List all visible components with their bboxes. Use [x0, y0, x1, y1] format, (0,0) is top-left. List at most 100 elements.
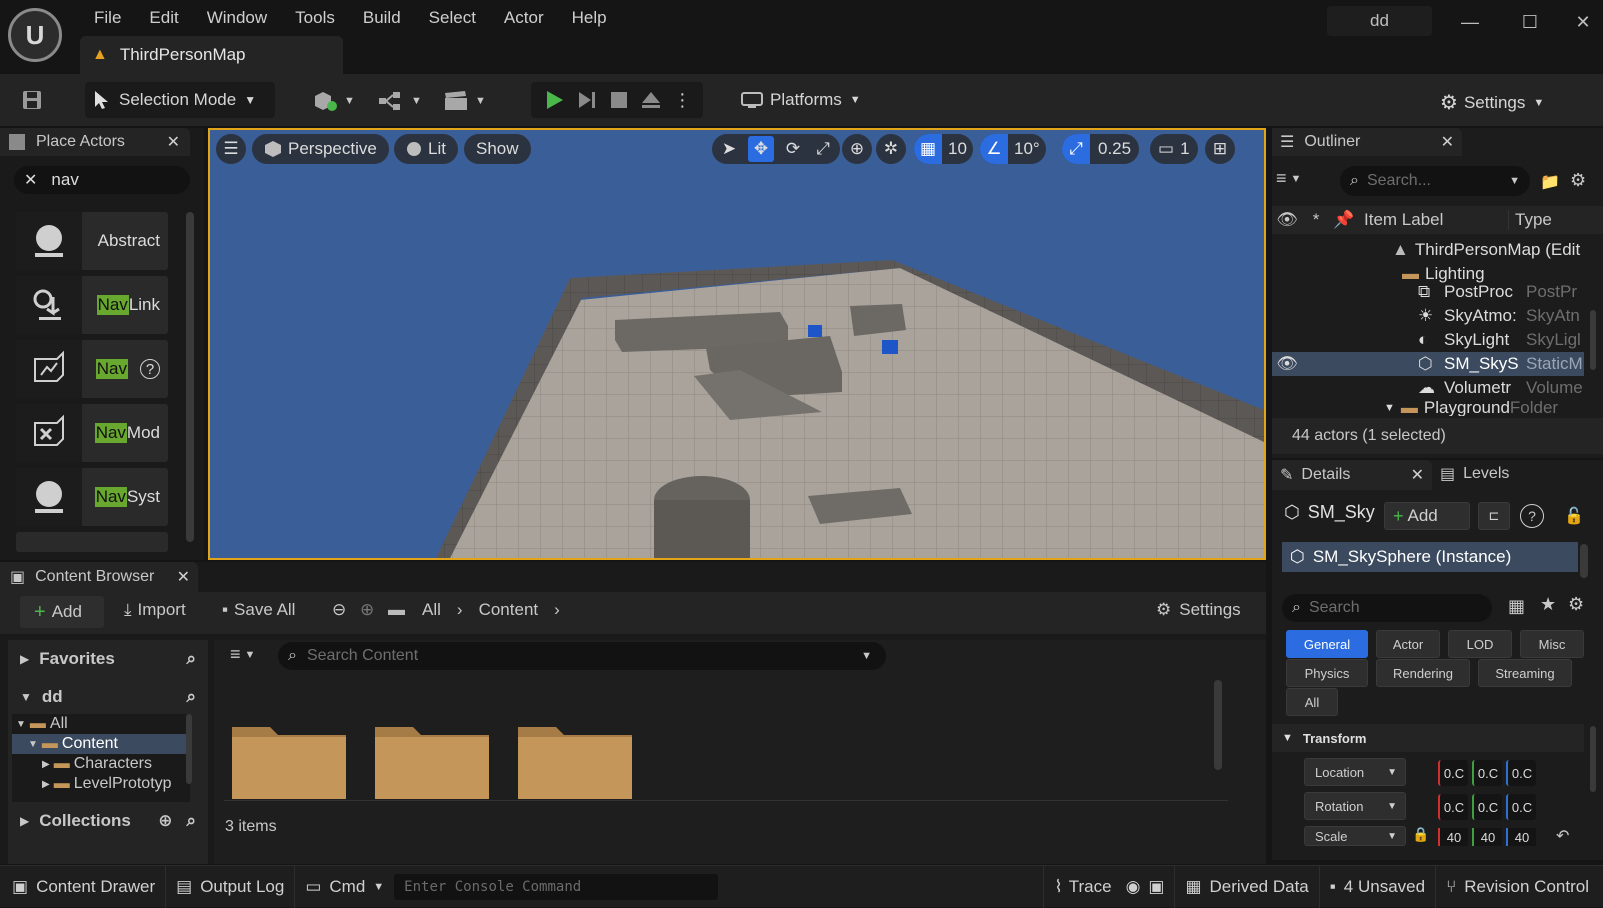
level-tab[interactable]: ▲ ThirdPersonMap	[80, 36, 343, 74]
menu-window[interactable]: Window	[197, 8, 277, 28]
scrollbar[interactable]	[186, 212, 194, 542]
add-collection-icon[interactable]: ⊕	[158, 811, 172, 831]
blueprint-button[interactable]: ▼	[377, 90, 422, 112]
tree-item-levelprototyping[interactable]: ▶ ▬ LevelPrototyp	[12, 774, 190, 794]
scrollbar[interactable]	[1590, 726, 1596, 792]
back-icon[interactable]: ⊖	[332, 600, 346, 620]
reset-icon[interactable]: ↶	[1556, 826, 1569, 846]
filter-streaming[interactable]: Streaming	[1478, 659, 1572, 687]
eject-icon[interactable]	[640, 89, 662, 111]
actor-item-nav[interactable]: Nav?	[16, 340, 168, 398]
maximize-icon[interactable]: ☐	[1515, 10, 1545, 34]
gear-icon[interactable]: ⚙	[1570, 170, 1586, 191]
scale-tool-icon[interactable]: ⤢	[812, 139, 834, 159]
gear-icon[interactable]: ⚙	[1568, 594, 1584, 615]
location-y[interactable]: 0.C	[1472, 760, 1502, 786]
output-log-button[interactable]: ▤ Output Log	[165, 865, 294, 908]
lock-icon[interactable]: 🔓	[1562, 504, 1586, 528]
lock-icon[interactable]: 🔒	[1412, 826, 1429, 843]
save-icon[interactable]	[18, 86, 46, 114]
folder-playground[interactable]: ▼ ▬ Playground Folder	[1384, 400, 1603, 416]
content-drawer-button[interactable]: ▣ Content Drawer	[0, 866, 165, 908]
filter-misc[interactable]: Misc	[1520, 630, 1584, 658]
outliner-tab[interactable]: ☰ Outliner ✕	[1272, 128, 1462, 156]
clear-search-icon[interactable]: ✕	[24, 170, 37, 190]
scale-z[interactable]: 40	[1506, 828, 1536, 846]
scrollbar[interactable]	[186, 714, 192, 784]
help-icon[interactable]: ?	[140, 359, 160, 379]
tree-item-characters[interactable]: ▶ ▬ Characters	[12, 754, 190, 774]
save-all-button[interactable]: ▪ Save All	[222, 600, 295, 620]
visibility-icon[interactable]: 👁	[1272, 354, 1302, 374]
close-icon[interactable]: ✕	[1568, 10, 1598, 34]
show-button[interactable]: Show	[464, 134, 531, 164]
platforms-dropdown[interactable]: Platforms ▼	[740, 90, 861, 110]
rotation-snap-button[interactable]: ∠ 10°	[980, 134, 1046, 164]
search-icon[interactable]: ⌕	[186, 687, 196, 707]
move-tool-icon[interactable]: ✥	[748, 136, 774, 162]
help-icon[interactable]: ?	[1520, 504, 1544, 528]
scrollbar[interactable]	[1214, 680, 1222, 770]
menu-build[interactable]: Build	[353, 8, 411, 28]
surface-snap-icon[interactable]: ✲	[876, 134, 906, 164]
scrollbar[interactable]	[1590, 310, 1596, 370]
type-column[interactable]: Type	[1508, 210, 1552, 230]
camera-speed-button[interactable]: ▭ 1	[1150, 134, 1198, 164]
search-icon[interactable]: ⌕	[186, 649, 196, 669]
content-browser-tab[interactable]: ▣ Content Browser ✕	[0, 562, 198, 592]
chevron-right-icon[interactable]: ›	[554, 600, 560, 620]
selection-mode-dropdown[interactable]: Selection Mode ▼	[85, 82, 275, 118]
filter-actor[interactable]: Actor	[1376, 630, 1440, 658]
location-dropdown[interactable]: Location ▼	[1304, 758, 1406, 786]
actor-item-nav-mod[interactable]: Nav Mod	[16, 404, 168, 462]
asset-filter-button[interactable]: ≡ ▼	[230, 644, 255, 665]
console-input[interactable]: Enter Console Command	[394, 873, 719, 900]
snapshot-icon[interactable]: ▣	[1148, 877, 1164, 897]
scale-dropdown[interactable]: Scale ▼	[1304, 826, 1406, 846]
outliner-filter-button[interactable]: ≡ ▼	[1276, 168, 1301, 189]
settings-dropdown[interactable]: ⚙ Settings ▼	[1440, 90, 1544, 115]
record-icon[interactable]: ◉	[1126, 877, 1141, 897]
rotation-z[interactable]: 0.C	[1506, 794, 1536, 820]
filter-all[interactable]: All	[1286, 688, 1338, 716]
details-tab[interactable]: ✎ Details ✕	[1272, 460, 1432, 490]
actor-item-nav-syst[interactable]: Nav Syst	[16, 468, 168, 526]
filter-lod[interactable]: LOD	[1448, 630, 1512, 658]
close-icon[interactable]: ✕	[1441, 132, 1454, 152]
menu-help[interactable]: Help	[562, 8, 617, 28]
perspective-button[interactable]: Perspective	[252, 134, 389, 164]
levels-tab[interactable]: ▤ Levels	[1440, 464, 1509, 484]
details-search-input[interactable]: ⌕ Search	[1282, 594, 1492, 622]
folder-thumbnail[interactable]	[373, 719, 491, 801]
rotation-y[interactable]: 0.C	[1472, 794, 1502, 820]
outliner-row[interactable]: ☁ Volumetr Volume	[1418, 376, 1603, 400]
cinematics-button[interactable]: ▼	[443, 90, 486, 112]
folder-thumbnail[interactable]	[230, 719, 348, 801]
layout-icon[interactable]: ⊞	[1205, 134, 1235, 164]
stop-icon[interactable]	[609, 90, 629, 110]
import-button[interactable]: ⤓ Import	[124, 600, 186, 620]
transform-section-header[interactable]: ▼ Transform	[1272, 724, 1584, 752]
scale-x[interactable]: 40	[1438, 828, 1468, 846]
add-actor-button[interactable]: ▼	[312, 90, 355, 112]
favorites-header[interactable]: ▶ Favorites ⌕	[20, 644, 196, 674]
level-viewport[interactable]: ☰ Perspective Lit Show ➤ ✥ ⟳ ⤢ ⊕ ✲ ▦ 10 …	[208, 128, 1266, 560]
close-icon[interactable]: ✕	[167, 132, 180, 152]
folder-thumbnail[interactable]	[516, 719, 634, 801]
minimize-icon[interactable]: —	[1455, 10, 1485, 34]
menu-edit[interactable]: Edit	[139, 8, 188, 28]
outliner-row[interactable]: ⧉ PostProc PostPr	[1418, 280, 1603, 304]
step-icon[interactable]	[576, 89, 598, 111]
add-folder-icon[interactable]: 📁	[1540, 172, 1560, 192]
select-tool-icon[interactable]: ➤	[718, 139, 740, 159]
more-options-icon[interactable]: ⋮	[673, 90, 691, 111]
rotation-dropdown[interactable]: Rotation ▼	[1304, 792, 1406, 820]
scale-y[interactable]: 40	[1472, 828, 1502, 846]
location-z[interactable]: 0.C	[1506, 760, 1536, 786]
play-icon[interactable]	[543, 89, 565, 111]
actor-item-abstract[interactable]: Abstract	[16, 212, 168, 270]
outliner-search-input[interactable]: ⌕ Search... ▼	[1340, 166, 1530, 196]
forward-icon[interactable]: ⊕	[360, 600, 374, 620]
component-row-selected[interactable]: ⬡ SM_SkySphere (Instance)	[1282, 542, 1578, 572]
rotation-x[interactable]: 0.C	[1438, 794, 1468, 820]
